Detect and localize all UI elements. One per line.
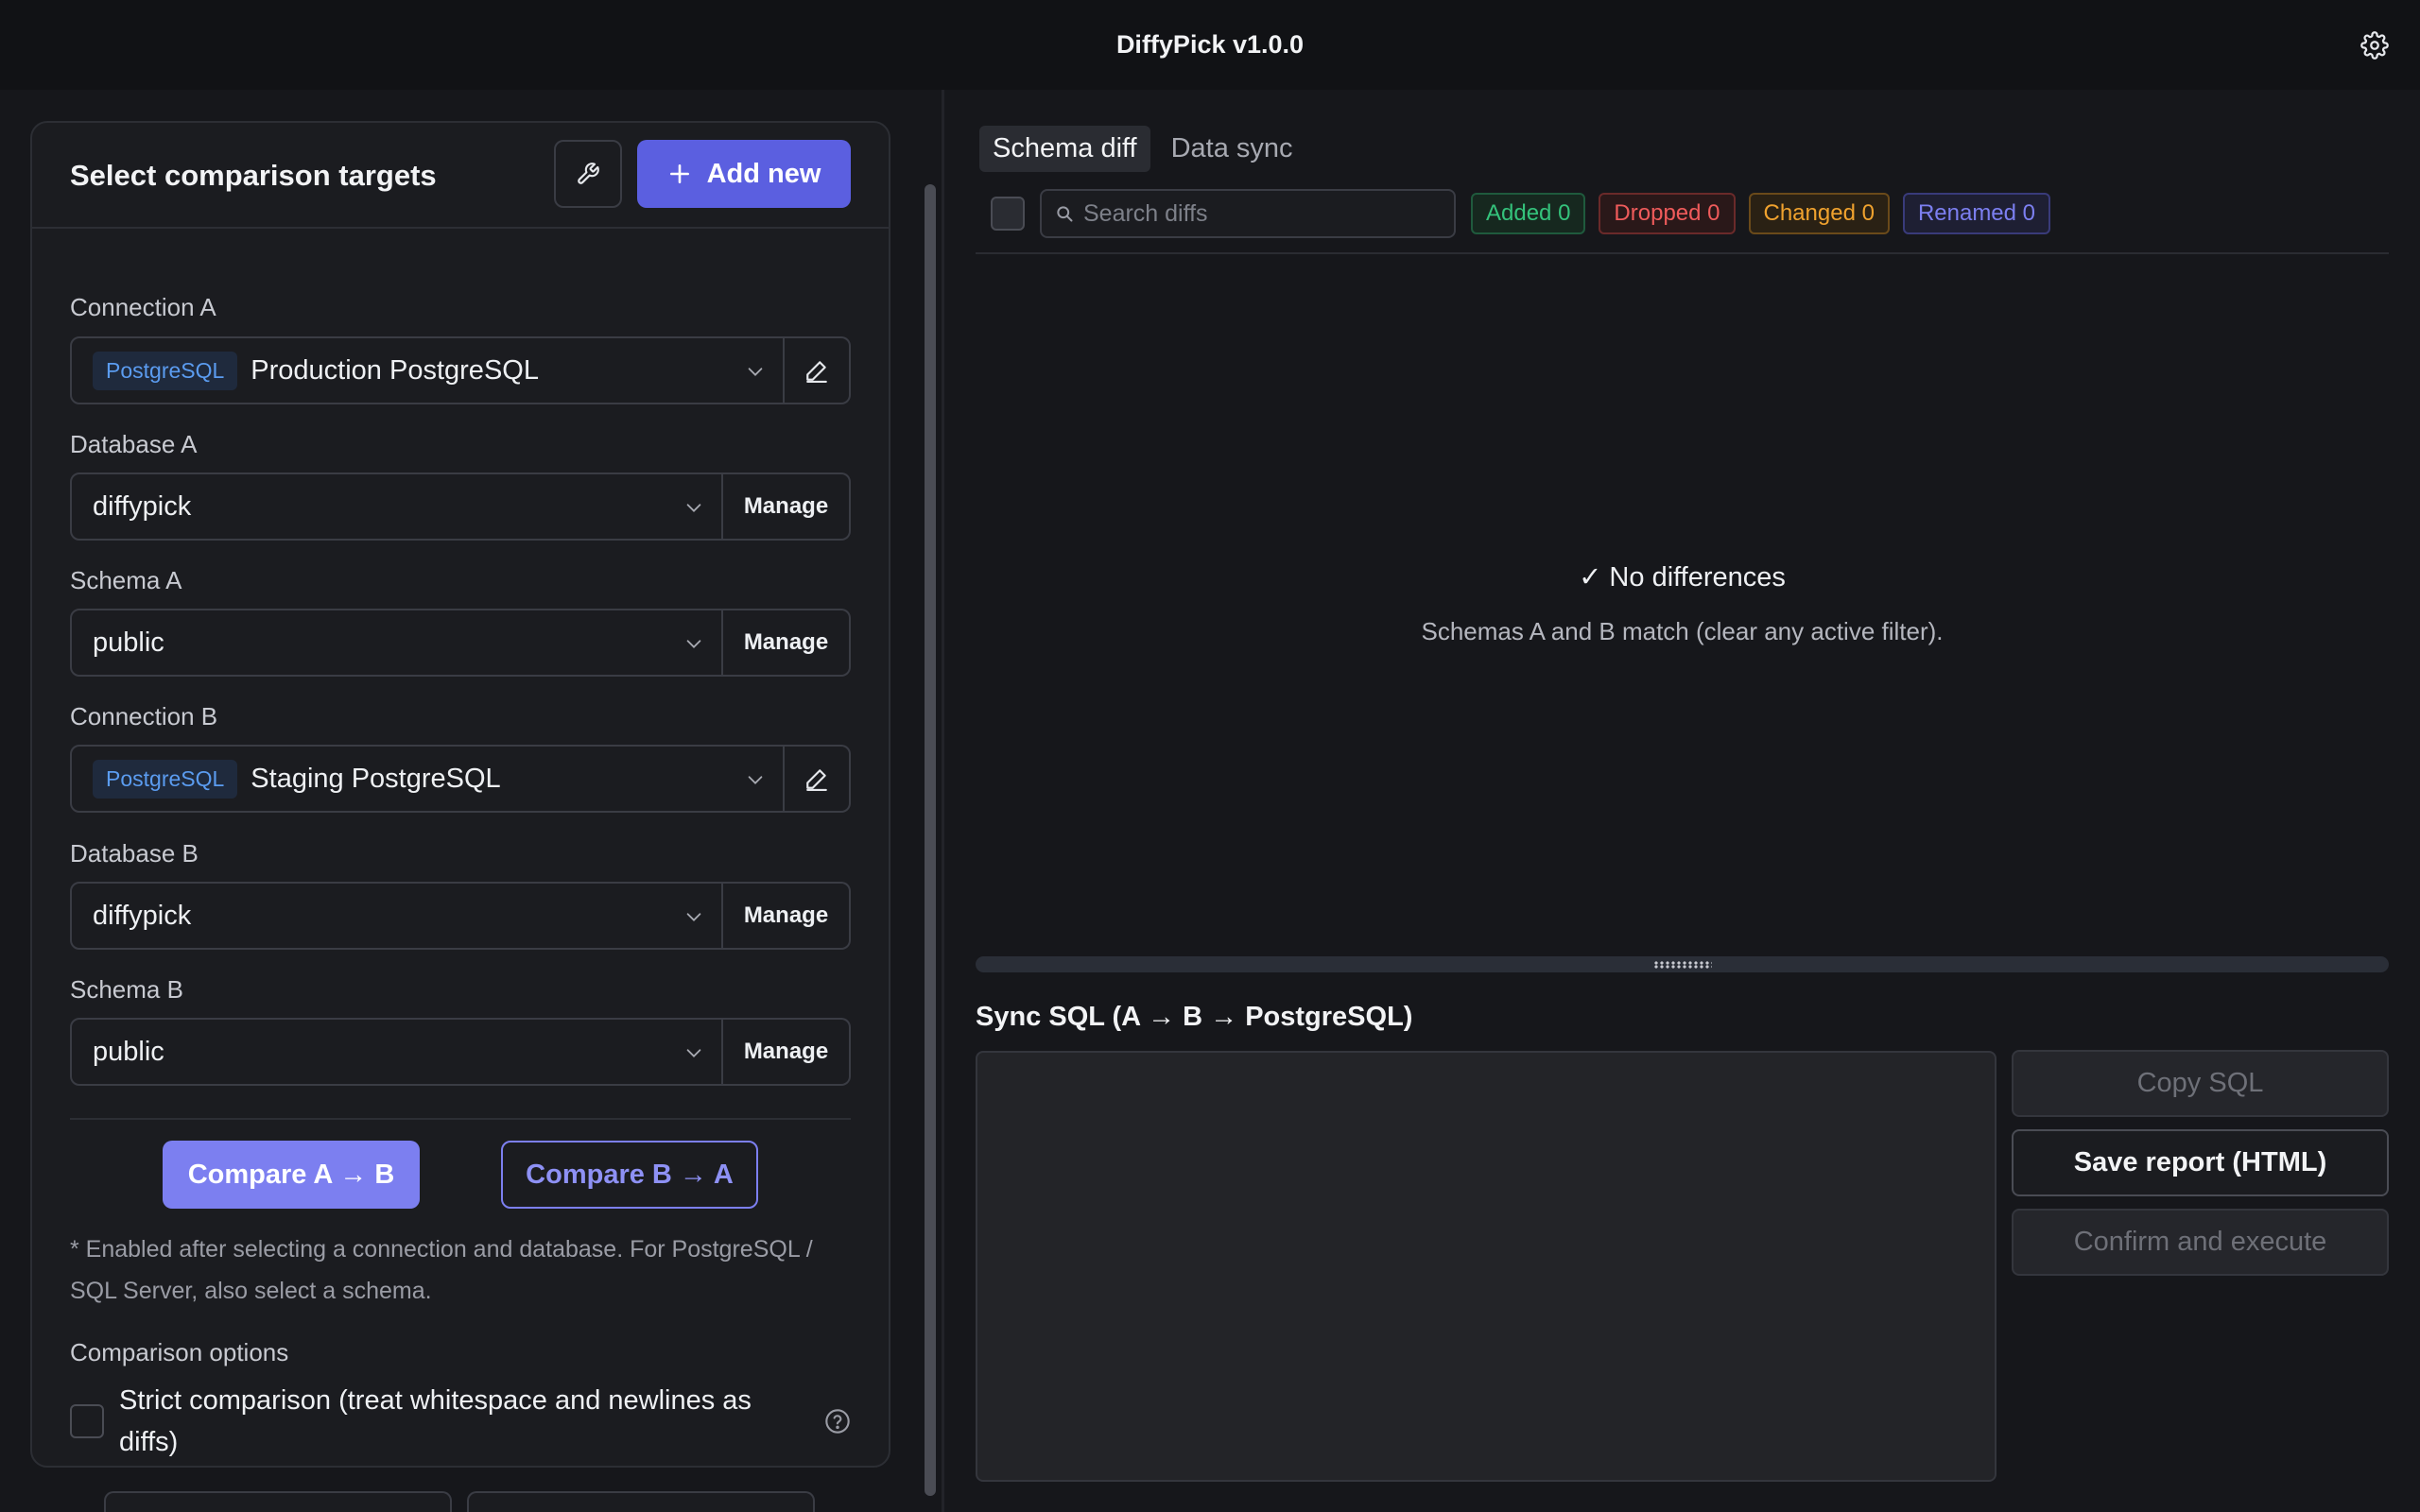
connection-a-select[interactable]: PostgreSQL Production PostgreSQL [70, 336, 785, 404]
view-tabs: Schema diff Data sync [979, 126, 1306, 172]
edit-connection-a-button[interactable] [785, 336, 851, 404]
database-b-value: diffypick [93, 900, 192, 931]
strict-comparison-label: Strict comparison (treat whitespace and … [119, 1385, 752, 1457]
schema-a-value: public [93, 627, 164, 658]
added-filter-badge[interactable]: Added 0 [1471, 193, 1586, 234]
schema-b-label: Schema B [70, 975, 183, 1004]
compare-a-to-b-button[interactable]: Compare A → B [163, 1141, 420, 1209]
bottom-card-left [104, 1491, 452, 1512]
pencil-icon [806, 361, 827, 383]
plus-icon [669, 164, 689, 183]
connection-a-value: Production PostgreSQL [251, 354, 539, 386]
compare-hint-note: * Enabled after selecting a connection a… [70, 1236, 813, 1304]
card-header: Select comparison targets Add new [32, 123, 889, 229]
connection-b-value: Staging PostgreSQL [251, 763, 501, 794]
connection-a-type-tag: PostgreSQL [93, 351, 238, 390]
comparison-options-label: Comparison options [70, 1338, 289, 1366]
connection-b-type-tag: PostgreSQL [93, 759, 238, 799]
chevron-down-icon [686, 640, 701, 648]
grip-icon [1652, 960, 1712, 969]
search-box [1040, 189, 1456, 238]
database-a-label: Database A [70, 430, 198, 458]
chevron-down-icon [686, 1049, 701, 1057]
connection-b-label: Connection B [70, 702, 218, 730]
comparison-targets-card: Select comparison targets Add new Connec… [30, 121, 890, 1468]
left-pane: Select comparison targets Add new Connec… [0, 90, 941, 1512]
app-title: DiffyPick v1.0.0 [1115, 30, 1305, 59]
tab-schema-diff[interactable]: Schema diff [979, 126, 1150, 172]
wrench-icon [578, 163, 599, 184]
gear-icon [2360, 31, 2389, 60]
dropped-filter-badge[interactable]: Dropped 0 [1599, 193, 1736, 234]
connection-a-label: Connection A [70, 293, 216, 321]
save-report-button[interactable]: Save report (HTML) [2012, 1129, 2389, 1196]
manage-schema-a-button[interactable]: Manage [723, 609, 851, 677]
database-a-value: diffypick [93, 490, 192, 522]
manage-database-a-button[interactable]: Manage [723, 472, 851, 541]
card-title: Select comparison targets [70, 159, 437, 192]
copy-sql-button[interactable]: Copy SQL [2012, 1050, 2389, 1117]
database-b-select[interactable]: diffypick [70, 882, 723, 950]
tools-button[interactable] [554, 140, 622, 208]
database-b-label: Database B [70, 839, 199, 868]
chevron-down-icon [686, 504, 701, 512]
changed-filter-badge[interactable]: Changed 0 [1748, 193, 1890, 234]
sync-sql-editor[interactable] [976, 1051, 1996, 1482]
manage-schema-b-button[interactable]: Manage [723, 1018, 851, 1086]
confirm-execute-button[interactable]: Confirm and execute [2012, 1209, 2389, 1276]
bottom-card-right [467, 1491, 815, 1512]
compare-b-to-a-button[interactable]: Compare B → A [501, 1141, 758, 1209]
chevron-down-icon [748, 368, 763, 376]
panel-resize-handle[interactable] [976, 956, 2389, 972]
pane-splitter[interactable] [942, 90, 944, 1512]
edit-connection-b-button[interactable] [785, 745, 851, 813]
schema-a-label: Schema A [70, 566, 182, 594]
pencil-icon [806, 769, 827, 791]
renamed-filter-badge[interactable]: Renamed 0 [1902, 193, 2051, 234]
left-scrollbar[interactable] [925, 184, 936, 1496]
schema-a-select[interactable]: public [70, 609, 723, 677]
sync-sql-title: Sync SQL (A → B → PostgreSQL) [976, 1002, 1413, 1032]
divider [70, 1118, 851, 1120]
database-a-select[interactable]: diffypick [70, 472, 723, 541]
search-icon [1057, 206, 1073, 222]
filter-divider [976, 252, 2389, 254]
schema-b-select[interactable]: public [70, 1018, 723, 1086]
search-input[interactable] [1083, 199, 1443, 228]
chevron-down-icon [686, 913, 701, 921]
add-new-label: Add new [706, 158, 821, 189]
strict-comparison-checkbox[interactable] [70, 1404, 104, 1438]
manage-database-b-button[interactable]: Manage [723, 882, 851, 950]
chevron-down-icon [748, 776, 763, 784]
connection-b-select[interactable]: PostgreSQL Staging PostgreSQL [70, 745, 785, 813]
tab-data-sync[interactable]: Data sync [1158, 126, 1306, 172]
select-all-checkbox[interactable] [991, 197, 1025, 231]
settings-button[interactable] [2358, 28, 2392, 62]
empty-state-subtitle: Schemas A and B match (clear any active … [1421, 617, 1944, 645]
help-icon[interactable] [824, 1408, 851, 1435]
schema-b-value: public [93, 1036, 164, 1067]
empty-state-title: ✓ No differences [1579, 562, 1786, 593]
add-new-button[interactable]: Add new [637, 140, 851, 208]
diff-filter-row: Added 0 Dropped 0 Changed 0 Renamed 0 [991, 189, 2064, 238]
title-bar: DiffyPick v1.0.0 [0, 0, 2420, 90]
